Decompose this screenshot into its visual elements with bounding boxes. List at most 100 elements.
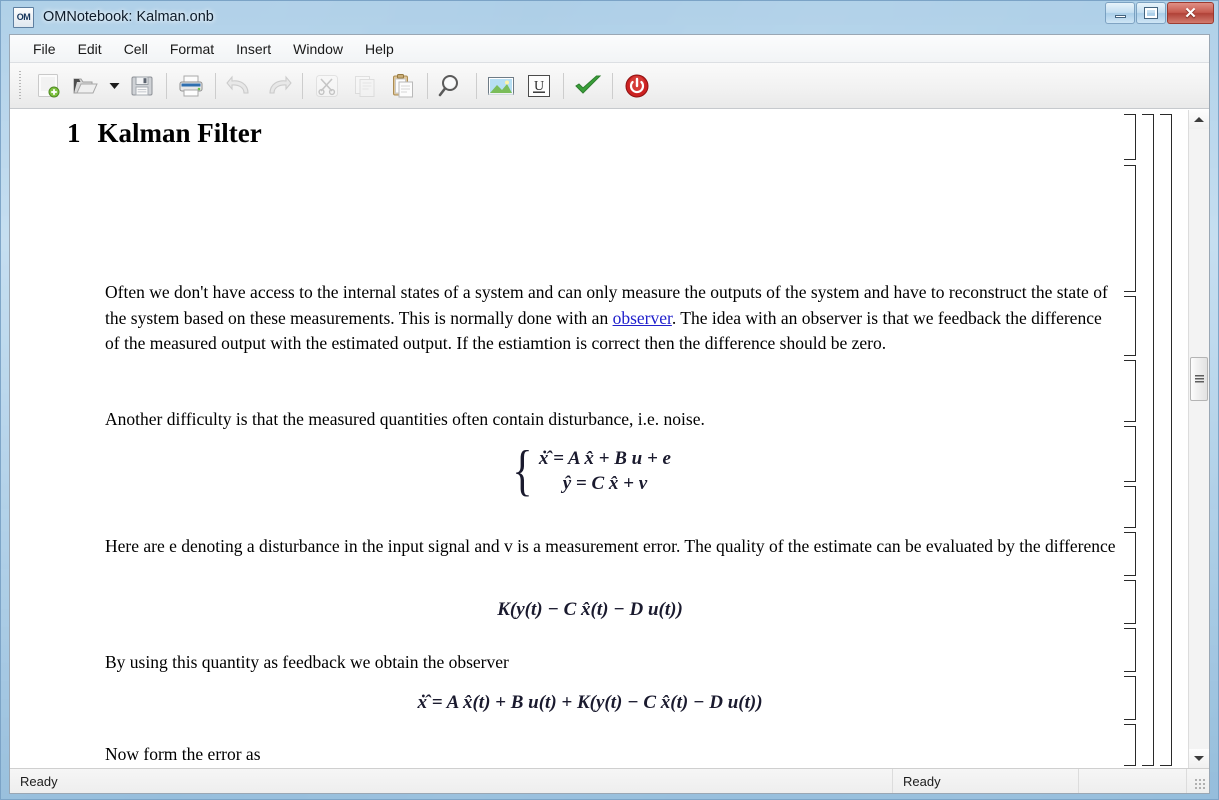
menu-help[interactable]: Help xyxy=(354,38,405,60)
equation-line: ẋ̂ = A x̂ + B u + e xyxy=(538,448,671,469)
notebook-page: 1 Kalman Filter Often we don't have acces… xyxy=(10,110,1116,768)
cut-scissors-icon xyxy=(316,74,338,97)
underline-button[interactable]: U xyxy=(520,68,558,104)
equation-line: ŷ = C x̂ + v xyxy=(562,473,648,494)
cell-bracket[interactable] xyxy=(1124,165,1136,292)
scrollbar-thumb[interactable] xyxy=(1190,357,1208,401)
application-window: OM OMNotebook: Kalman.onb ✕ File Edit Ce… xyxy=(0,0,1219,800)
menu-window[interactable]: Window xyxy=(282,38,354,60)
cell-bracket-notebook[interactable] xyxy=(1160,114,1172,766)
cell-bracket[interactable] xyxy=(1124,426,1136,482)
cell-bracket[interactable] xyxy=(1124,628,1136,672)
paragraph-cell[interactable]: Often we don't have access to the intern… xyxy=(105,280,1116,357)
find-button[interactable] xyxy=(433,68,471,104)
undo-button[interactable] xyxy=(221,68,259,104)
scroll-up-button[interactable] xyxy=(1189,110,1209,129)
paragraph-run: By using this quantity as feedback we ob… xyxy=(105,652,509,672)
print-icon xyxy=(179,75,203,96)
app-icon: OM xyxy=(13,6,34,28)
client-area: File Edit Cell Format Insert Window Help xyxy=(9,34,1210,794)
close-icon: ✕ xyxy=(1184,4,1197,22)
save-button[interactable] xyxy=(123,68,161,104)
cell-bracket-gutter xyxy=(1116,110,1188,768)
minimize-button[interactable] xyxy=(1105,2,1135,24)
title-bar[interactable]: OM OMNotebook: Kalman.onb ✕ xyxy=(0,0,1219,34)
triangle-down-icon xyxy=(1194,756,1204,761)
cell-bracket[interactable] xyxy=(1124,676,1136,720)
check-evaluate-icon xyxy=(575,75,602,94)
math-cell[interactable]: ẋ̂ = A x̂(t) + B u(t) + K(y(t) − C x̂(t… xyxy=(70,692,1110,714)
menu-insert[interactable]: Insert xyxy=(225,38,282,60)
window-title: OMNotebook: Kalman.onb xyxy=(43,9,214,25)
copy-button[interactable] xyxy=(346,68,384,104)
math-cell[interactable]: K(y(t) − C x̂(t) − D u(t)) xyxy=(70,599,1110,621)
observer-link[interactable]: observer xyxy=(613,308,672,328)
cell-bracket[interactable] xyxy=(1124,724,1136,766)
paragraph-run: Here are e denoting a disturbance in the… xyxy=(105,536,1116,556)
resize-grip[interactable] xyxy=(1187,769,1209,793)
paste-button[interactable] xyxy=(384,68,422,104)
math-cell[interactable]: { ẋ̂ = A x̂ + B u + e ŷ = C x̂ + v xyxy=(70,440,1110,503)
quit-omc-button[interactable] xyxy=(618,68,656,104)
cell-bracket[interactable] xyxy=(1124,532,1136,576)
status-right: Ready xyxy=(893,769,1079,793)
paragraph-cell[interactable]: Here are e denoting a disturbance in the… xyxy=(105,534,1116,560)
cell-bracket[interactable] xyxy=(1124,360,1136,422)
resize-grip-icon xyxy=(1195,779,1206,790)
save-icon xyxy=(131,76,153,95)
cell-bracket-group[interactable] xyxy=(1142,114,1154,766)
open-recent-dropdown-button[interactable] xyxy=(105,68,123,104)
vertical-scrollbar[interactable] xyxy=(1188,110,1209,768)
toolbar-separator xyxy=(215,72,216,99)
new-document-button[interactable] xyxy=(29,68,67,104)
redo-button[interactable] xyxy=(259,68,297,104)
menu-file[interactable]: File xyxy=(22,38,67,60)
cell-bracket[interactable] xyxy=(1124,580,1136,624)
redo-icon xyxy=(269,74,292,94)
notebook-scroll-host[interactable]: 1 Kalman Filter Often we don't have acces… xyxy=(10,110,1116,768)
paragraph-run: Now form the error as xyxy=(105,744,261,764)
menu-cell[interactable]: Cell xyxy=(113,38,159,60)
evaluate-button[interactable] xyxy=(569,68,607,104)
close-button[interactable]: ✕ xyxy=(1167,2,1214,24)
underline-icon: U xyxy=(528,74,550,97)
toolbar-separator xyxy=(476,72,477,99)
maximize-button[interactable] xyxy=(1136,2,1166,24)
menu-edit[interactable]: Edit xyxy=(67,38,113,60)
insert-image-button[interactable] xyxy=(482,68,520,104)
toolbar-separator xyxy=(166,72,167,99)
paste-clipboard-icon xyxy=(393,73,413,97)
cell-bracket[interactable] xyxy=(1124,486,1136,528)
section-title-text: Kalman Filter xyxy=(97,118,262,148)
paragraph-cell[interactable]: Now form the error as xyxy=(105,742,1116,768)
toolbar-separator xyxy=(612,72,613,99)
open-folder-icon xyxy=(73,78,98,93)
status-bar: Ready Ready xyxy=(10,768,1209,793)
cell-bracket[interactable] xyxy=(1124,296,1136,356)
menu-format[interactable]: Format xyxy=(159,38,225,60)
cell-bracket[interactable] xyxy=(1124,114,1136,160)
cut-button[interactable] xyxy=(308,68,346,104)
search-icon xyxy=(438,74,458,96)
equation-line: K(y(t) − C x̂(t) − D u(t)) xyxy=(497,599,683,620)
equation-rows: ẋ̂ = A x̂ + B u + e ŷ = C x̂ + v xyxy=(539,448,671,495)
toolbar-drag-handle[interactable] xyxy=(17,70,24,101)
triangle-up-icon xyxy=(1194,117,1204,122)
toolbar-separator xyxy=(302,72,303,99)
section-number: 1 xyxy=(67,118,81,148)
print-button[interactable] xyxy=(172,68,210,104)
power-shutdown-icon xyxy=(625,74,649,97)
notebook-content: 1 Kalman Filter Often we don't have acces… xyxy=(10,110,1116,764)
section-heading[interactable]: 1 Kalman Filter xyxy=(67,118,262,149)
scroll-down-button[interactable] xyxy=(1189,749,1209,768)
left-brace-glyph: { xyxy=(512,440,533,503)
menu-bar: File Edit Cell Format Insert Window Help xyxy=(10,35,1209,63)
toolbar-separator xyxy=(427,72,428,99)
paragraph-cell[interactable]: Another difficulty is that the measured … xyxy=(105,407,1116,433)
scrollbar-track[interactable] xyxy=(1189,129,1209,749)
status-left: Ready xyxy=(10,769,893,793)
open-document-button[interactable] xyxy=(67,68,105,104)
paragraph-cell[interactable]: By using this quantity as feedback we ob… xyxy=(105,650,1116,676)
copy-icon xyxy=(355,75,375,97)
undo-icon xyxy=(226,74,249,94)
